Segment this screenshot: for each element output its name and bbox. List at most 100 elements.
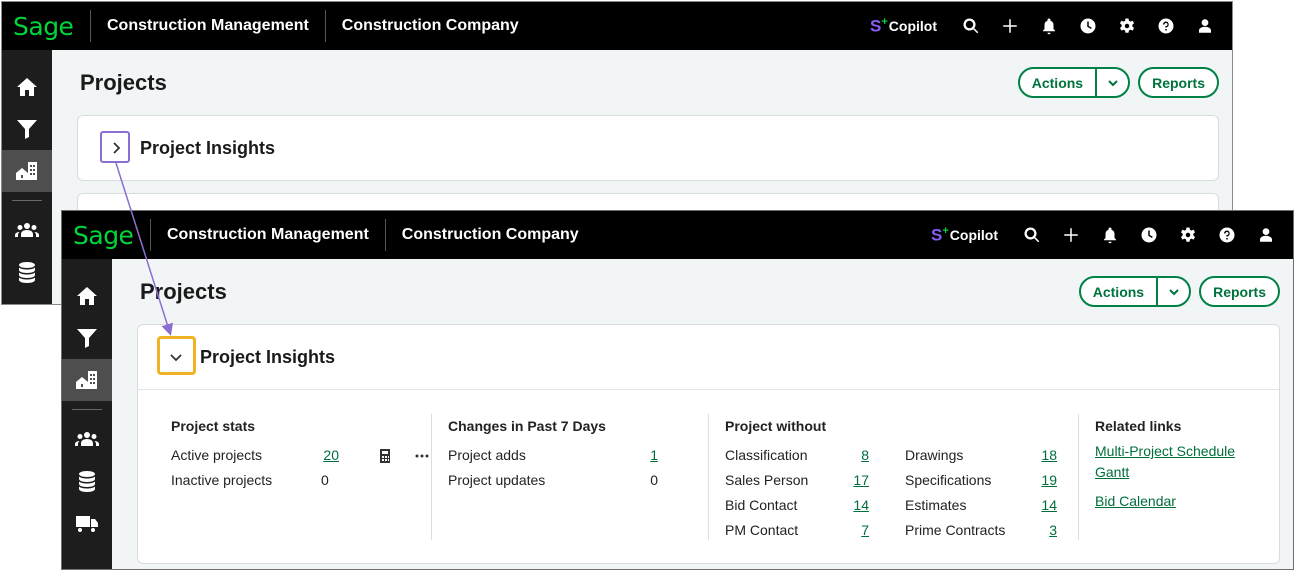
section-heading: Project without	[725, 418, 827, 434]
without-label: Specifications	[905, 472, 992, 488]
reports-button[interactable]: Reports	[1199, 276, 1280, 307]
company-name[interactable]: Construction Company	[326, 17, 535, 35]
without-label: Classification	[725, 447, 808, 463]
insights-body: Project stats Active projects 20 Inactiv…	[138, 389, 1279, 563]
search-icon[interactable]	[951, 2, 990, 50]
actions-label: Actions	[1031, 74, 1084, 91]
projects-icon[interactable]	[62, 359, 112, 401]
plus-icon[interactable]	[1051, 211, 1090, 259]
bid-calendar-link[interactable]: Bid Calendar	[1095, 493, 1176, 509]
without-count[interactable]: 18	[1031, 447, 1057, 463]
gear-icon[interactable]	[1107, 2, 1146, 50]
home-icon[interactable]	[62, 275, 112, 317]
divider	[12, 200, 42, 201]
without-label: Drawings	[905, 447, 964, 463]
without-count[interactable]: 7	[845, 522, 869, 538]
without-count[interactable]: 14	[845, 497, 869, 513]
multi-project-gantt-link[interactable]: Multi-Project Schedule	[1095, 443, 1235, 459]
copilot-label: Copilot	[949, 227, 998, 243]
column-divider	[431, 414, 432, 540]
people-icon[interactable]	[2, 209, 52, 251]
insights-title: Project Insights	[200, 346, 336, 367]
insights-title: Project Insights	[140, 137, 276, 158]
copilot-icon: S+	[931, 224, 949, 245]
inactive-projects-count: 0	[321, 472, 329, 488]
filter-icon[interactable]	[2, 108, 52, 150]
help-icon[interactable]	[1146, 2, 1185, 50]
truck-icon[interactable]	[62, 502, 112, 544]
product-name[interactable]: Construction Management	[151, 226, 385, 244]
callout-box-collapsed	[100, 131, 130, 163]
copilot-button[interactable]: S+ Copilot	[931, 225, 998, 246]
sidebar	[2, 50, 52, 304]
without-count[interactable]: 8	[845, 447, 869, 463]
without-count[interactable]: 3	[1031, 522, 1057, 538]
search-icon[interactable]	[1012, 211, 1051, 259]
copilot-label: Copilot	[888, 18, 937, 34]
reports-button[interactable]: Reports	[1138, 67, 1219, 98]
reports-label: Reports	[1152, 74, 1205, 91]
company-name[interactable]: Construction Company	[386, 226, 595, 244]
without-label: Sales Person	[725, 472, 809, 488]
chevron-down-icon[interactable]	[1156, 278, 1189, 305]
insights-card-collapsed: Project Insights	[77, 115, 1219, 181]
column-divider	[1078, 414, 1079, 540]
active-projects-count[interactable]: 20	[321, 447, 339, 463]
copilot-icon: S+	[870, 15, 888, 36]
stat-label: Active projects	[171, 447, 263, 463]
more-options-icon[interactable]	[415, 449, 429, 468]
header-buttons: Actions Reports	[1078, 276, 1280, 307]
plus-icon[interactable]	[990, 2, 1029, 50]
actions-button[interactable]: Actions	[1078, 276, 1192, 307]
without-label: Prime Contracts	[905, 522, 1006, 538]
gear-icon[interactable]	[1168, 211, 1207, 259]
callout-box-expanded	[157, 336, 196, 375]
project-adds-count[interactable]: 1	[638, 447, 658, 463]
multi-project-gantt-link-cont[interactable]: Gantt	[1095, 464, 1129, 480]
coins-icon[interactable]	[2, 251, 52, 293]
reports-label: Reports	[1213, 283, 1266, 300]
without-label: Bid Contact	[725, 497, 798, 513]
insights-header[interactable]: Project Insights	[138, 325, 1279, 389]
chevron-down-icon[interactable]	[1095, 69, 1128, 96]
project-without-section: Project without Classification 8 Sales P…	[725, 414, 1065, 543]
main-content: Projects Actions Reports Project Insight…	[112, 259, 1293, 569]
calculator-icon[interactable]	[378, 449, 392, 468]
top-bar: Sage Construction Management Constructio…	[62, 211, 1293, 259]
people-icon[interactable]	[62, 418, 112, 460]
without-count[interactable]: 19	[1031, 472, 1057, 488]
bell-icon[interactable]	[1029, 2, 1068, 50]
change-label: Project adds	[448, 447, 526, 463]
sage-logo[interactable]: Sage	[62, 221, 150, 250]
project-stats-section: Project stats Active projects 20 Inactiv…	[171, 414, 431, 543]
section-heading: Related links	[1095, 418, 1182, 434]
section-heading: Project stats	[171, 418, 256, 434]
without-label: Estimates	[905, 497, 967, 513]
bell-icon[interactable]	[1090, 211, 1129, 259]
sage-logo[interactable]: Sage	[2, 12, 90, 41]
user-icon[interactable]	[1246, 211, 1285, 259]
actions-button[interactable]: Actions	[1017, 67, 1131, 98]
page-title: Projects	[80, 70, 167, 95]
clock-icon[interactable]	[1068, 2, 1107, 50]
help-icon[interactable]	[1207, 211, 1246, 259]
home-icon[interactable]	[2, 66, 52, 108]
user-icon[interactable]	[1185, 2, 1224, 50]
screenshot-expanded: Sage Construction Management Constructio…	[61, 210, 1294, 570]
product-name[interactable]: Construction Management	[91, 17, 325, 35]
without-label: PM Contact	[725, 522, 799, 538]
without-count[interactable]: 17	[845, 472, 869, 488]
projects-icon[interactable]	[2, 150, 52, 192]
insights-card-expanded: Project Insights Project stats Active pr…	[137, 324, 1280, 564]
actions-label: Actions	[1092, 283, 1145, 300]
insights-header[interactable]: Project Insights	[78, 116, 1218, 180]
stat-label: Inactive projects	[171, 472, 273, 488]
changes-section: Changes in Past 7 Days Project adds 1 Pr…	[448, 414, 688, 543]
clock-icon[interactable]	[1129, 211, 1168, 259]
column-divider	[708, 414, 709, 540]
coins-icon[interactable]	[62, 460, 112, 502]
project-updates-count: 0	[650, 472, 658, 488]
without-count[interactable]: 14	[1031, 497, 1057, 513]
filter-icon[interactable]	[62, 317, 112, 359]
copilot-button[interactable]: S+ Copilot	[870, 16, 937, 37]
